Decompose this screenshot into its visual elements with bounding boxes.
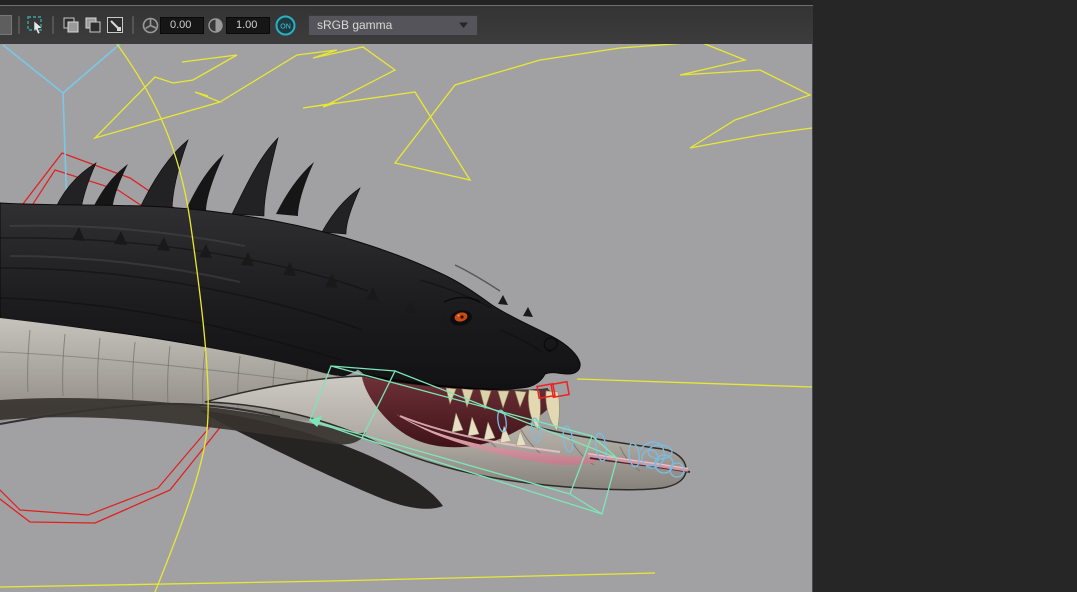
- view-transform-dropdown[interactable]: sRGB gamma: [308, 14, 478, 36]
- svg-text:ON: ON: [280, 23, 291, 30]
- dragon-model[interactable]: [0, 137, 691, 509]
- isolate-select-icon[interactable]: [104, 15, 126, 35]
- copy-buffer-icon[interactable]: [60, 15, 82, 35]
- toolbar-separator: [132, 16, 134, 34]
- channel-box-panel: Channels Edit Object Show Jaw_C_001_CTRL…: [813, 0, 1077, 592]
- toolbar-separator: [52, 16, 54, 34]
- viewport-pane: ON sRGB gamma: [0, 0, 813, 592]
- view-transform-value: sRGB gamma: [317, 18, 393, 32]
- viewport-scene[interactable]: [0, 41, 813, 592]
- color-management-toggle[interactable]: ON: [270, 15, 300, 35]
- panel-menu-button[interactable]: [0, 15, 12, 35]
- gamma-icon[interactable]: [204, 15, 226, 35]
- exposure-field[interactable]: [160, 16, 204, 34]
- viewport-toolbar: ON sRGB gamma: [0, 6, 813, 45]
- toolbar-separator: [18, 16, 20, 34]
- viewport-canvas[interactable]: [0, 41, 813, 592]
- select-tool-icon[interactable]: [26, 15, 46, 35]
- exposure-icon[interactable]: [140, 15, 160, 35]
- gamma-field[interactable]: [226, 16, 270, 34]
- chevron-down-icon: [459, 22, 468, 28]
- maya-window: ON sRGB gamma: [0, 0, 1077, 592]
- paste-buffer-icon[interactable]: [82, 15, 104, 35]
